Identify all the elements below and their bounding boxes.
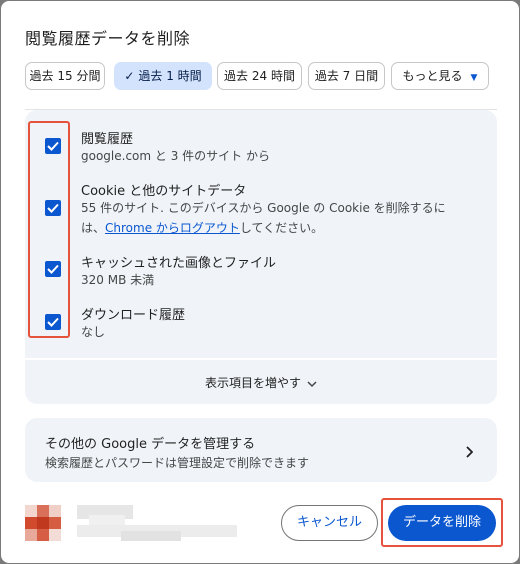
clear-browsing-data-dialog: 閲覧履歴データを削除 過去 15 分間 ✓ 過去 1 時間 過去 24 時間 過去… (1, 1, 519, 563)
manage-title: その他の Google データを管理する (45, 437, 256, 452)
chip-label: 過去 15 分間 (29, 69, 101, 83)
more-time-ranges-dropdown[interactable]: もっと見る ▼ (391, 62, 489, 90)
item-description: 55 件のサイト. このデバイスから Google の Cookie を削除する… (81, 201, 446, 215)
manage-google-data[interactable]: その他の Google データを管理する 検索履歴とパスワードは管理設定で削除で… (25, 418, 497, 482)
chip-7-days[interactable]: 過去 7 日間 (308, 62, 385, 90)
cache-checkbox[interactable] (45, 261, 61, 277)
download-history-checkbox[interactable] (45, 314, 61, 330)
chip-24-hours[interactable]: 過去 24 時間 (217, 62, 302, 90)
sign-out-chrome-link[interactable]: Chrome からログアウト (105, 221, 240, 235)
item-title: ダウンロード履歴 (81, 308, 186, 323)
check-icon (47, 203, 59, 213)
chevron-down-icon (307, 377, 317, 391)
chip-label: 過去 7 日間 (314, 69, 379, 83)
chip-label: 過去 1 時間 (138, 69, 202, 83)
item-title: 閲覧履歴 (81, 132, 134, 147)
item-title: キャッシュされた画像とファイル (81, 256, 277, 271)
checkmark-icon: ✓ (124, 69, 135, 83)
browsing-history-checkbox[interactable] (45, 138, 61, 154)
item-description: 320 MB 未満 (81, 273, 155, 287)
avatar (21, 501, 65, 549)
show-more-label: 表示項目を増やす (204, 376, 301, 390)
check-icon (47, 264, 59, 274)
item-description: なし (81, 325, 106, 339)
chevron-right-icon (465, 443, 474, 462)
chip-label: もっと見る (402, 69, 463, 83)
item-description: google.com と 3 件のサイト から (81, 149, 270, 163)
check-icon (47, 141, 59, 151)
delete-data-button[interactable]: データを削除 (388, 505, 496, 541)
chip-1-hour[interactable]: ✓ 過去 1 時間 (114, 62, 212, 90)
dropdown-caret-icon: ▼ (470, 73, 478, 83)
item-title: Cookie と他のサイトデータ (81, 184, 247, 199)
item-description-line2: は、Chrome からログアウトしてください。 (81, 221, 324, 235)
check-icon (47, 317, 59, 327)
cookies-checkbox[interactable] (45, 200, 61, 216)
account-info-blurred (21, 501, 251, 549)
manage-description: 検索履歴とパスワードは管理設定で削除できます (45, 456, 310, 470)
show-more-button[interactable]: 表示項目を増やす (25, 360, 497, 404)
cancel-button[interactable]: キャンセル (281, 505, 378, 541)
chip-label: 過去 24 時間 (224, 69, 295, 83)
dialog-title: 閲覧履歴データを削除 (25, 29, 191, 48)
data-types-panel: 閲覧履歴 google.com と 3 件のサイト から Cookie と他のサ… (25, 110, 497, 358)
chip-15-min[interactable]: 過去 15 分間 (25, 62, 105, 90)
